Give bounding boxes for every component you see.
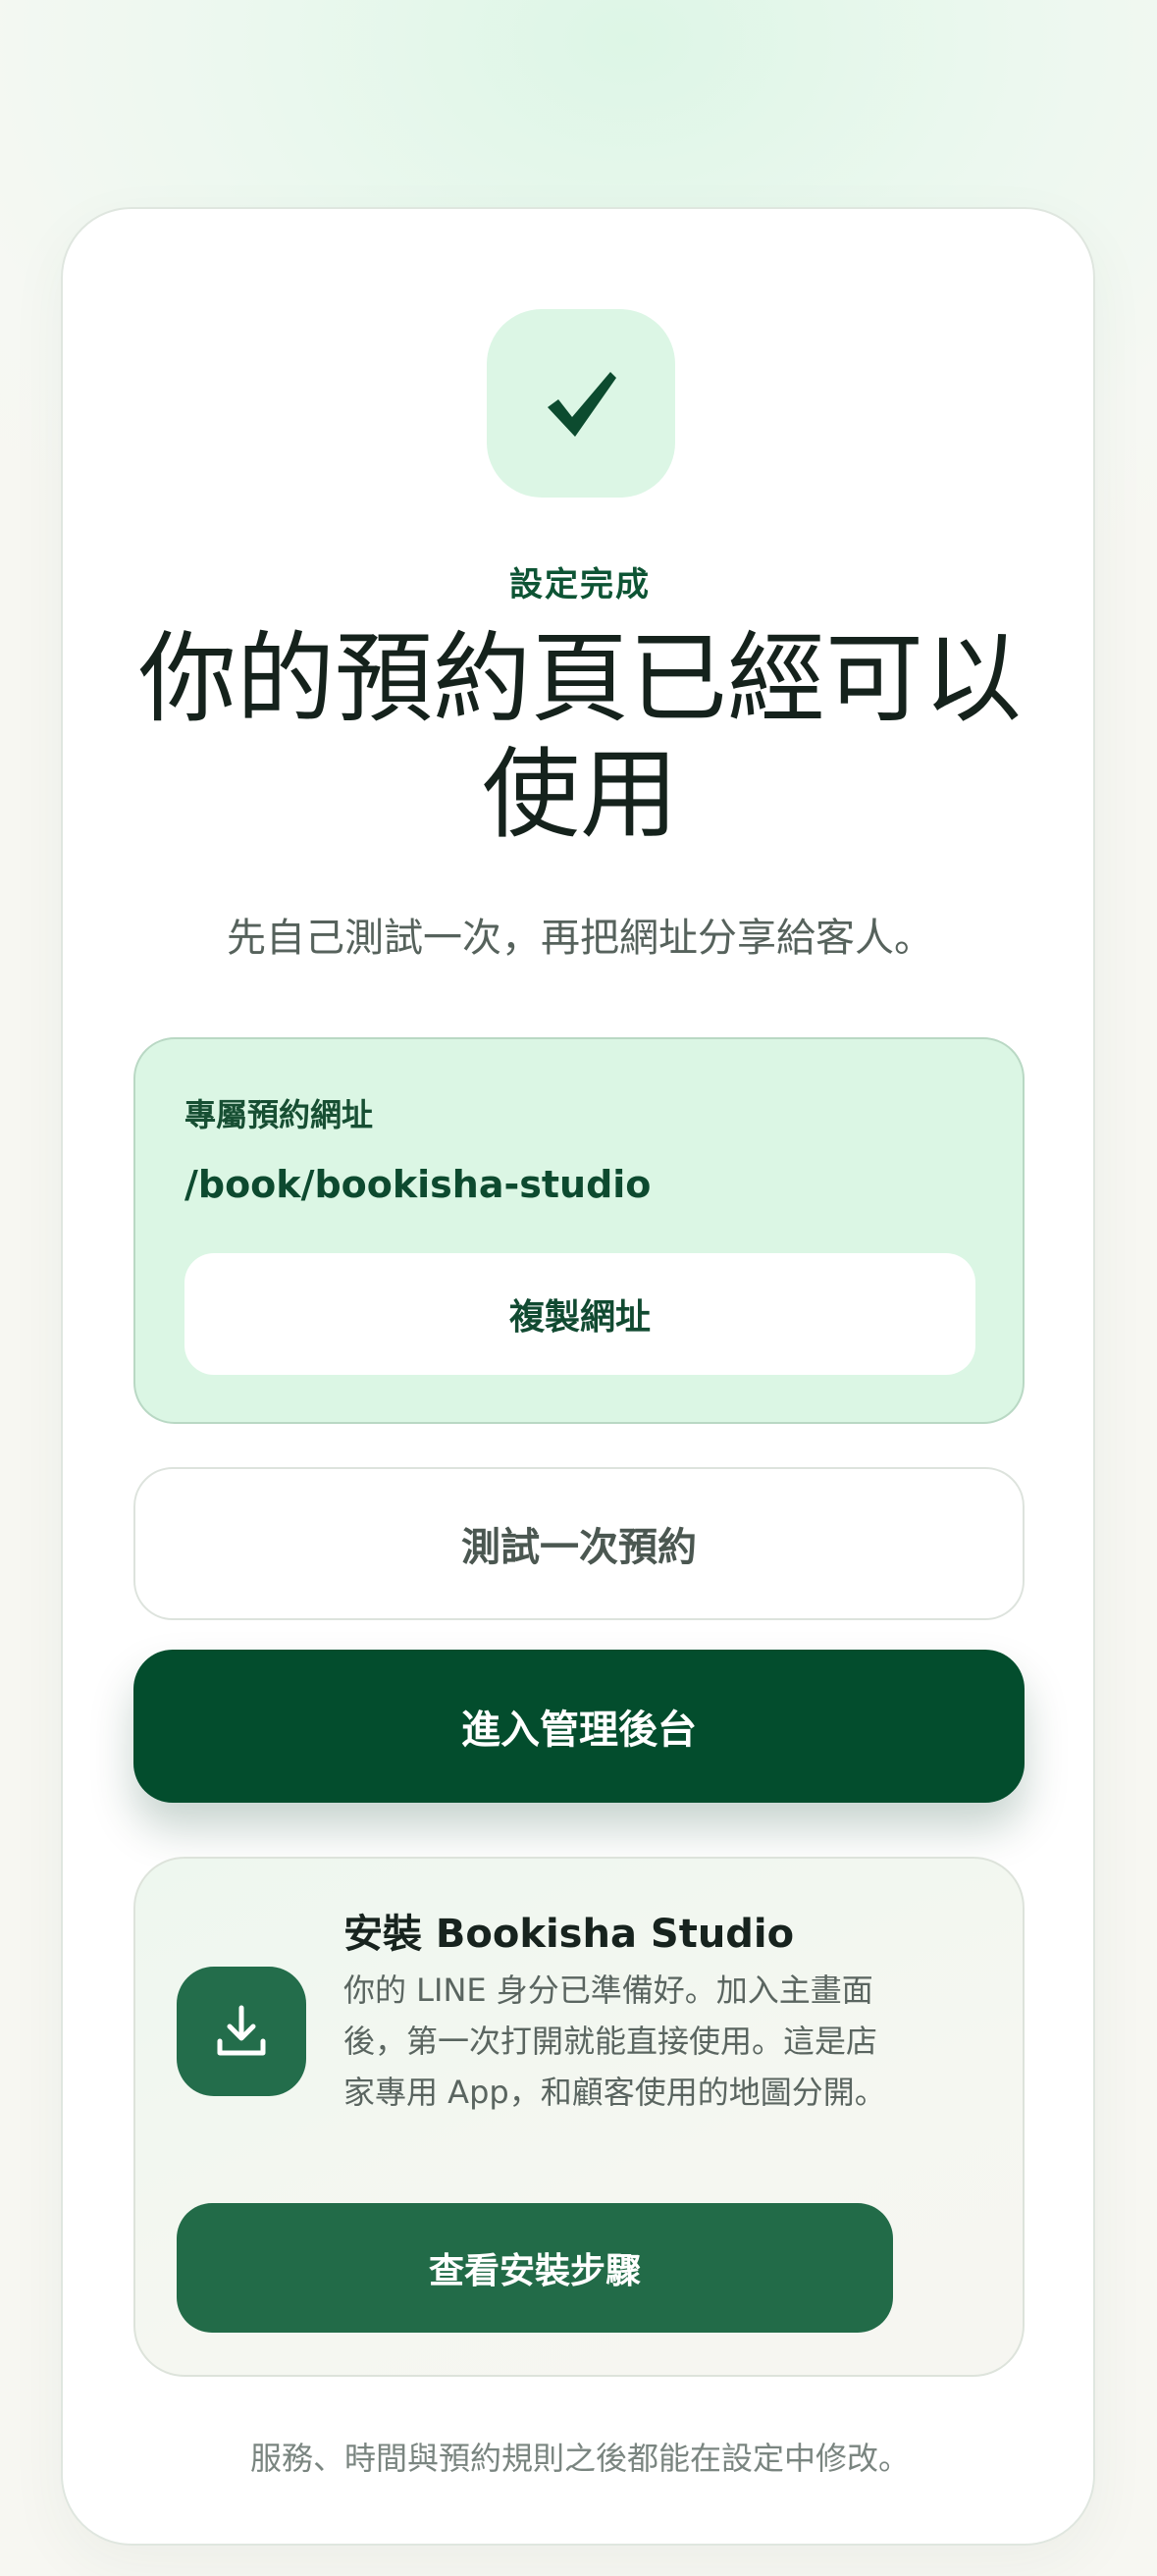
install-title: 安裝 Bookisha Studio bbox=[343, 1912, 795, 1957]
install-icon-tile bbox=[177, 1967, 306, 2096]
page-title: 你的預約頁已經可以使用 bbox=[138, 621, 1022, 852]
install-app-card: 安裝 Bookisha Studio 你的 LINE 身分已準備好。加入主畫面後… bbox=[133, 1857, 1025, 2377]
setup-complete-card: 設定完成 你的預約頁已經可以使用 先自己測試一次，再把網址分享給客人。 專屬預約… bbox=[61, 207, 1095, 2546]
enter-admin-button[interactable]: 進入管理後台 bbox=[133, 1650, 1025, 1803]
booking-url-value: /book/bookisha-studio bbox=[184, 1163, 652, 1206]
test-booking-button[interactable]: 測試一次預約 bbox=[133, 1467, 1025, 1620]
install-description: 你的 LINE 身分已準備好。加入主畫面後，第一次打開就能直接使用。這是店家專用… bbox=[343, 1971, 886, 2111]
view-install-steps-button[interactable]: 查看安裝步驟 bbox=[177, 2203, 893, 2333]
page-subtitle: 先自己測試一次，再把網址分享給客人。 bbox=[227, 916, 933, 961]
booking-url-panel: 專屬預約網址 /book/bookisha-studio 複製網址 bbox=[133, 1037, 1025, 1424]
download-icon bbox=[217, 2005, 266, 2056]
settings-footnote: 服務、時間與預約規則之後都能在設定中修改。 bbox=[249, 2440, 910, 2477]
status-eyebrow: 設定完成 bbox=[509, 565, 651, 605]
success-badge bbox=[487, 309, 675, 498]
copy-url-button[interactable]: 複製網址 bbox=[184, 1253, 975, 1375]
checkmark-icon bbox=[548, 372, 616, 437]
booking-url-label: 專屬預約網址 bbox=[184, 1096, 374, 1133]
